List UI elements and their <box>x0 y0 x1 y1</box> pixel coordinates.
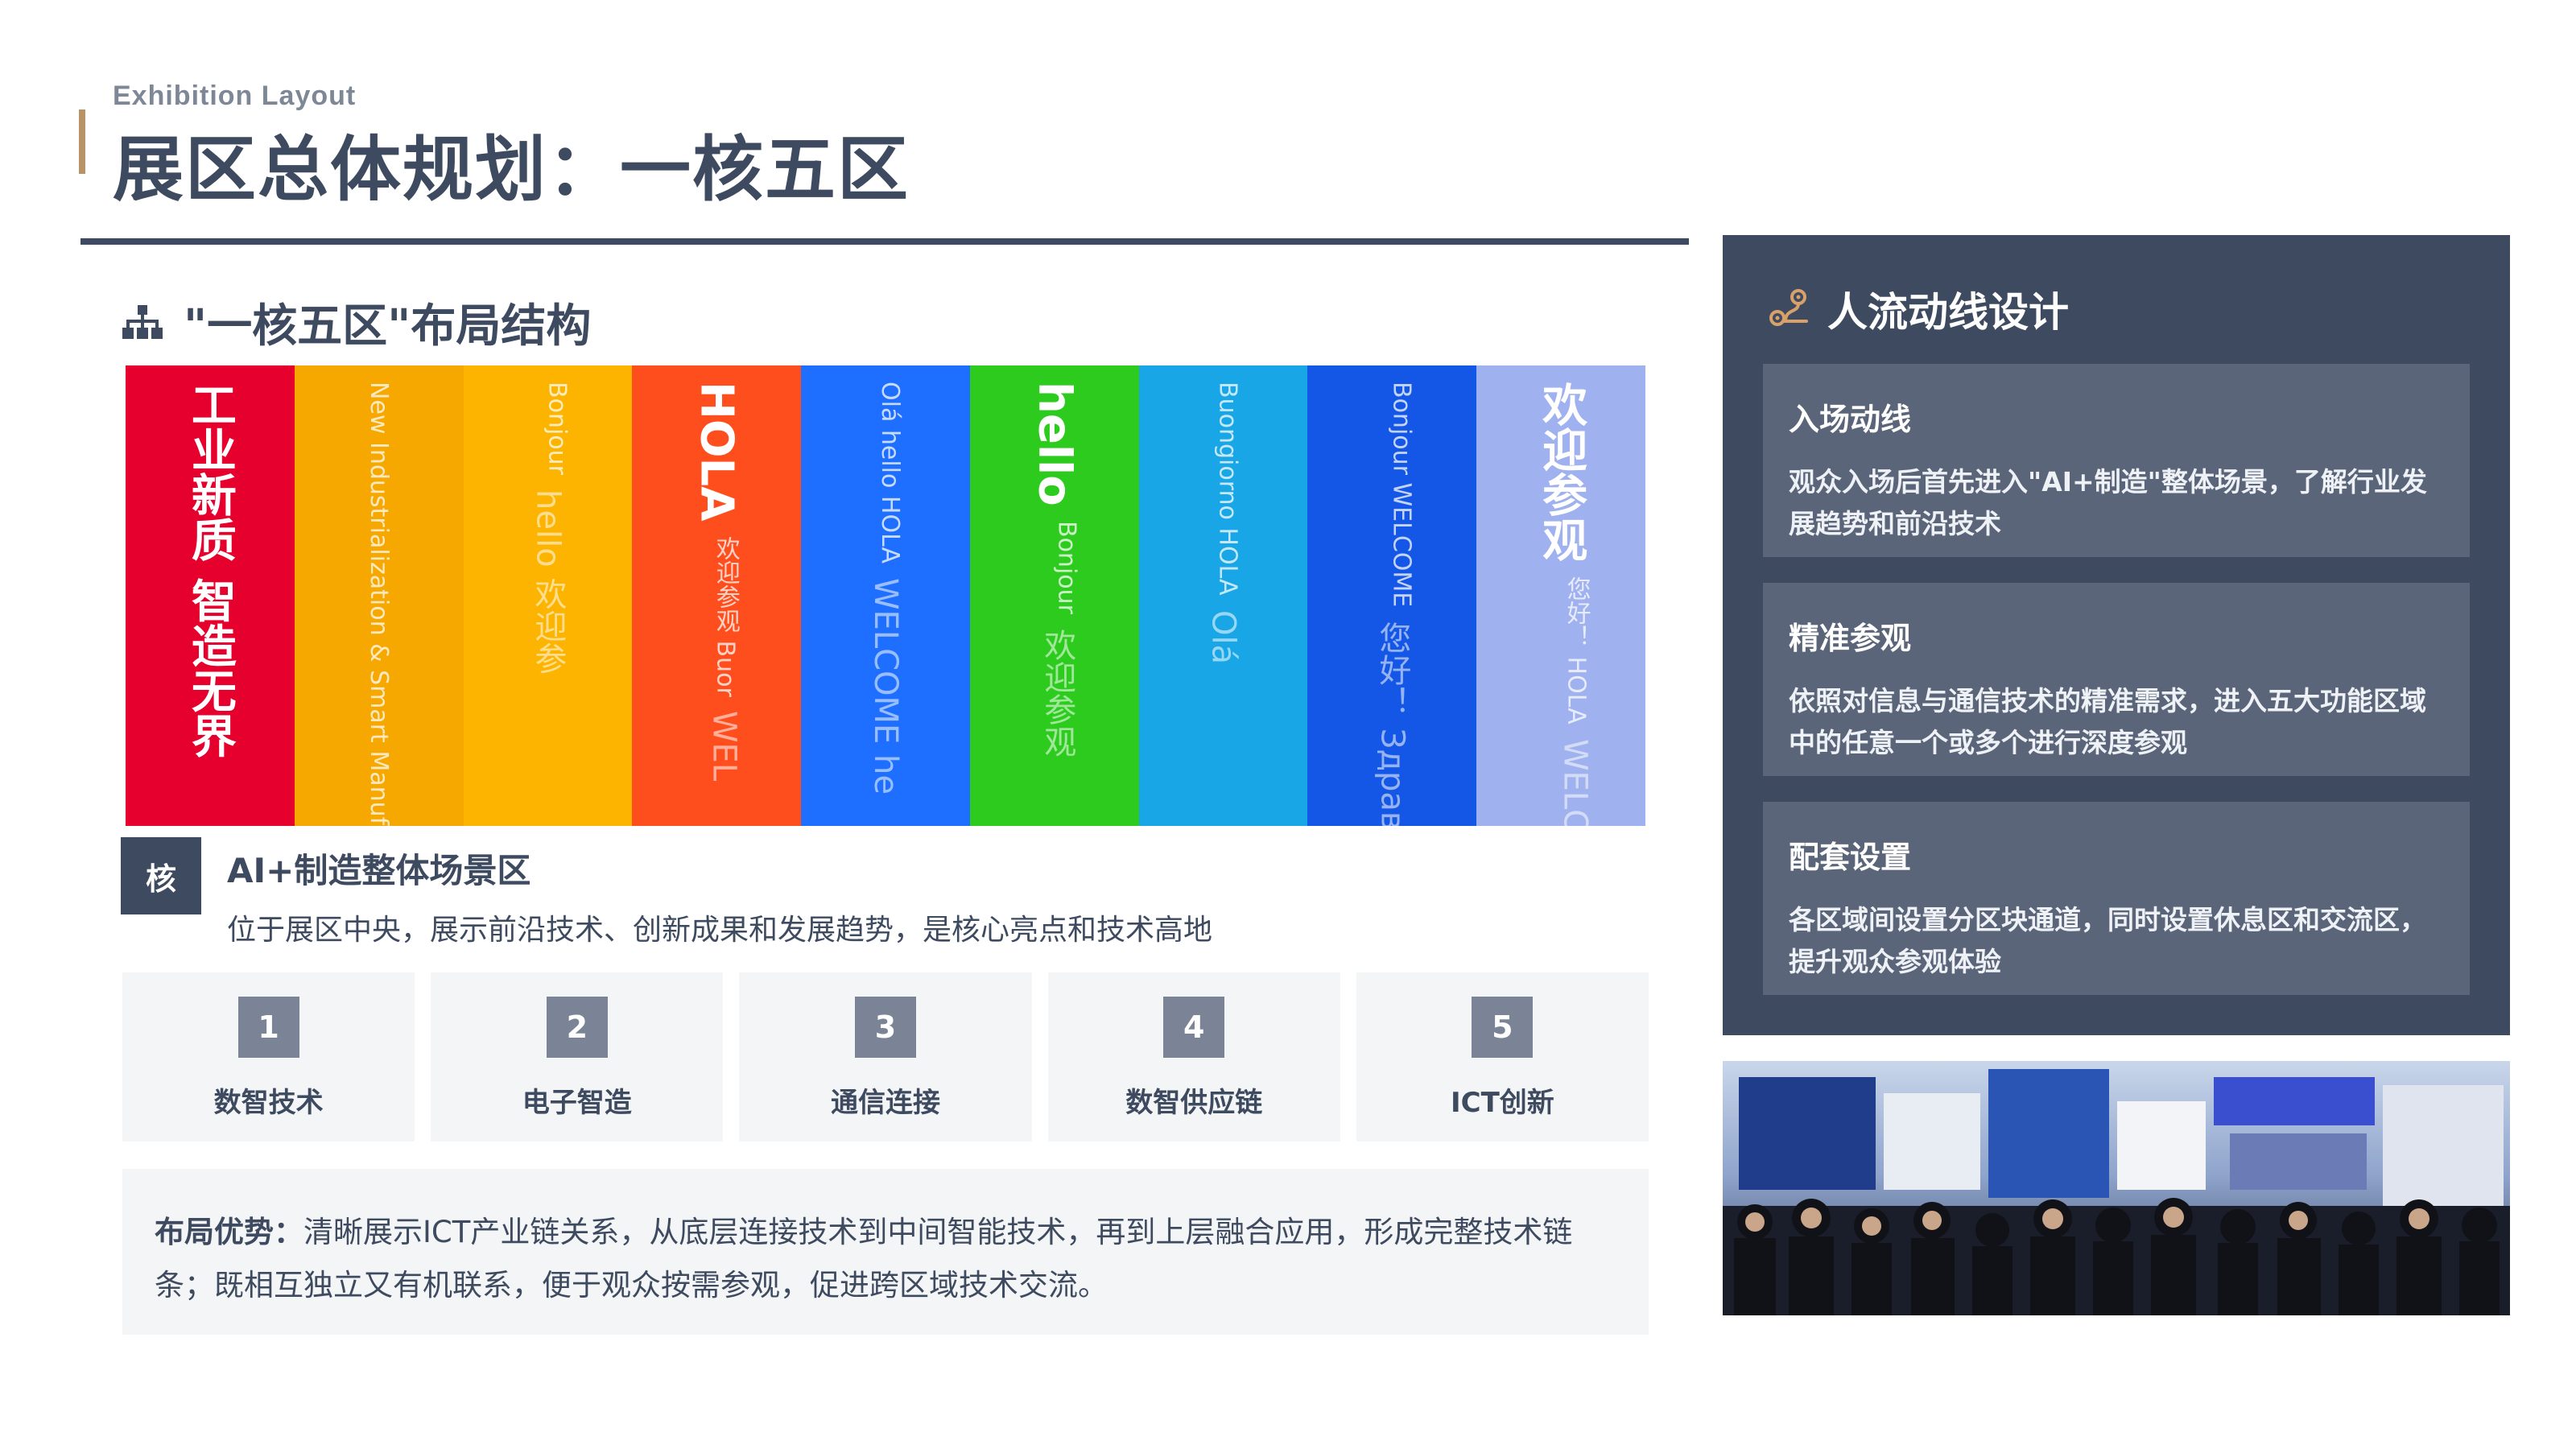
page-subtitle: Exhibition Layout <box>113 80 357 111</box>
zone-card-2: 2 电子智造 <box>431 972 724 1141</box>
flow-card-facilities: 配套设置 各区域间设置分区块通道，同时设置休息区和交流区，提升观众参观体验 <box>1763 802 2470 995</box>
banner-strip-word: WELCOME hello <box>1529 739 1594 826</box>
banner-strip-word: WELCOME he <box>866 578 904 795</box>
zone-name: 电子智造 <box>522 1087 632 1119</box>
layout-advantage-box: 布局优势：清晰展示ICT产业链关系，从底层连接技术到中间智能技术，再到上层融合应… <box>122 1169 1649 1335</box>
banner-strip-word: hello 欢迎参 <box>529 489 567 675</box>
zone-card-4: 4 数智供应链 <box>1047 972 1340 1141</box>
zone-card-5: 5 ICT创新 <box>1356 972 1649 1141</box>
banner-strip-word: 欢迎参观 Buor <box>711 535 740 697</box>
banner-strip-word: 欢迎参观 <box>1038 628 1076 758</box>
flow-card-text: 依照对信息与通信技术的精准需求，进入五大功能区域中的任意一个或多个进行深度参观 <box>1789 685 2426 758</box>
banner-strip-word: 欢迎参观 <box>1534 382 1587 562</box>
zone-name: 数智供应链 <box>1125 1087 1263 1119</box>
flow-heading: 人流动线设计 <box>1768 280 2069 338</box>
core-zone-title: AI+制造整体场景区 <box>227 851 531 890</box>
banner-strip: HOLA 欢迎参观 Buor WEL <box>632 365 804 826</box>
banner-strip-text: hello Bonjour 欢迎参观 <box>1028 382 1080 758</box>
zone-number: 2 <box>546 997 608 1058</box>
banner-strip-word: Buongiorno HOLA <box>1213 382 1242 596</box>
banner-strip-text: Bonjour WELCOME 您好！ Здравствуй <box>1368 382 1415 826</box>
banner-strip: hello Bonjour 欢迎参观 <box>969 365 1141 826</box>
banner-strip-word: 您好！ HOLA <box>1562 576 1591 724</box>
banner-strip-text: Bonjour hello 欢迎参 <box>524 382 571 674</box>
banner-strip-word: hello <box>1028 382 1081 506</box>
zone-number: 4 <box>1163 997 1225 1058</box>
structure-heading: "一核五区"布局结构 <box>122 290 591 355</box>
banner-strip-word: WEL <box>705 711 743 782</box>
zone-number: 5 <box>1472 997 1534 1058</box>
core-badge: 核 <box>121 837 201 914</box>
zone-name: 通信连接 <box>831 1087 940 1119</box>
banner-strip: Bonjour hello 欢迎参 <box>463 365 635 826</box>
flow-card-text: 各区域间设置分区块通道，同时设置休息区和交流区，提升观众参观体验 <box>1789 904 2426 977</box>
zone-card-1: 1 数智技术 <box>122 972 415 1141</box>
zone-name: ICT创新 <box>1451 1087 1554 1119</box>
flow-card-precise: 精准参观 依照对信息与通信技术的精准需求，进入五大功能区域中的任意一个或多个进行… <box>1763 583 2470 776</box>
title-accent-bar <box>79 109 85 174</box>
structure-heading-text: "一核五区"布局结构 <box>184 300 592 353</box>
route-icon <box>1769 289 1808 326</box>
banner-strip-word: HOLA <box>690 382 743 522</box>
five-zones-row: 1 数智技术 2 电子智造 3 通信连接 4 数智供应链 5 ICT创新 <box>122 972 1649 1141</box>
flow-card-title: 精准参观 <box>1789 621 1912 656</box>
banner-strip-word: 您好！ Здравствуй <box>1373 621 1411 826</box>
zone-name: 数智技术 <box>213 1087 324 1119</box>
banner-strip-text: 欢迎参观您好！ HOLA WELCOME hello <box>1529 382 1594 826</box>
exhibition-banner-photo: 工业新质 智造无界 New Industrialization & Smart M… <box>126 365 1645 826</box>
core-zone-description: 位于展区中央，展示前沿技术、创新成果和发展趋势，是核心亮点和技术高地 <box>227 914 1213 947</box>
flow-card-title: 入场动线 <box>1789 402 1912 437</box>
flow-design-panel: 人流动线设计 入场动线 观众入场后首先进入"AI+制造"整体场景，了解行业发展趋… <box>1723 235 2510 1035</box>
sitemap-icon <box>122 304 163 339</box>
title-divider <box>80 238 1689 245</box>
banner-strip-word: New Industrialization & Smart Manufactur… <box>365 382 394 826</box>
exhibition-crowd-photo <box>1723 1061 2510 1315</box>
zone-card-3: 3 通信连接 <box>739 972 1032 1141</box>
banner-strip-word: Olá hello HOLA <box>875 382 904 564</box>
banner-strip: Buongiorno HOLA Olá <box>1138 365 1311 826</box>
zone-number: 3 <box>855 997 916 1058</box>
banner-strip-text: Buongiorno HOLA Olá <box>1205 382 1242 664</box>
banner-strip: 欢迎参观您好！ HOLA WELCOME hello <box>1476 365 1645 826</box>
flow-card-entry: 入场动线 观众入场后首先进入"AI+制造"整体场景，了解行业发展趋势和前沿技术 <box>1763 364 2470 557</box>
banner-strip-text: New Industrialization & Smart Manufactur… <box>365 382 393 826</box>
advantage-label: 布局优势： <box>155 1215 303 1249</box>
advantage-text: 清晰展示ICT产业链关系，从底层连接技术到中间智能技术，再到上层融合应用，形成完… <box>155 1215 1573 1302</box>
banner-strip: Olá hello HOLA WELCOME he <box>801 365 972 826</box>
banner-strip: 工业新质 智造无界 <box>126 365 297 826</box>
page-title: 展区总体规划：一核五区 <box>113 128 910 211</box>
banner-strip-word: Olá <box>1204 609 1242 664</box>
banner-strip: New Industrialization & Smart Manufactur… <box>294 365 466 826</box>
banner-strip-word: 工业新质 智造无界 <box>184 382 237 758</box>
banner-strip-word: Bonjour WELCOME <box>1387 382 1416 608</box>
banner-strip-text: Olá hello HOLA WELCOME he <box>867 382 904 795</box>
zone-number: 1 <box>237 997 299 1058</box>
banner-strip-word: Bonjour <box>1052 520 1081 614</box>
banner-strip-text: HOLA 欢迎参观 Buor WEL <box>691 382 743 781</box>
flow-heading-text: 人流动线设计 <box>1827 289 2069 336</box>
flow-card-title: 配套设置 <box>1789 840 1912 875</box>
crowd-photo-illustration <box>1723 1061 2510 1315</box>
banner-strip: Bonjour WELCOME 您好！ Здравствуй <box>1307 365 1480 826</box>
banner-strip-text: 工业新质 智造无界 <box>177 382 242 758</box>
banner-strip-word: Bonjour <box>543 382 572 475</box>
flow-card-text: 观众入场后首先进入"AI+制造"整体场景，了解行业发展趋势和前沿技术 <box>1789 466 2427 539</box>
